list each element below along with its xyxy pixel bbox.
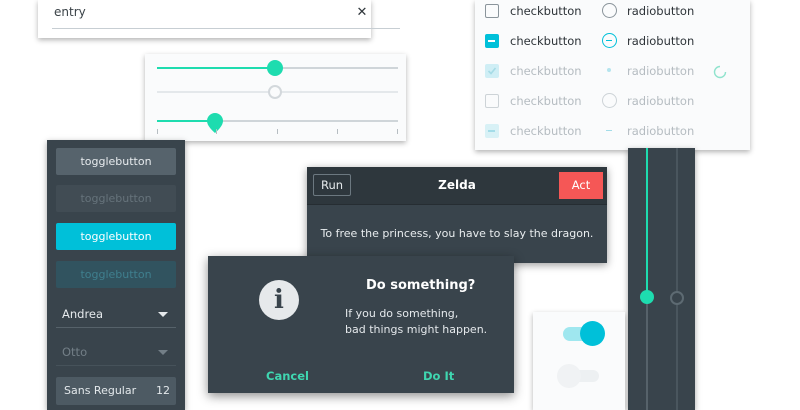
vscale-2-track: [676, 148, 678, 410]
slider-mark: [157, 129, 158, 134]
radio-mixed-insensitive: [602, 123, 617, 138]
checkbox-mixed-insensitive: [485, 124, 499, 138]
combo-value: Otto: [62, 345, 88, 359]
dialog-message: To free the princess, you have to slay t…: [320, 227, 594, 240]
checkbutton-label: checkbutton: [510, 34, 582, 48]
radiobutton-label: radiobutton: [627, 4, 695, 18]
switch-on-knob[interactable]: [580, 321, 605, 346]
combo-box-andrea[interactable]: Andrea: [56, 301, 176, 328]
vscale-1-track: [646, 298, 648, 410]
combo-value: Andrea: [62, 307, 104, 321]
toggle-button-active[interactable]: togglebutton: [56, 223, 176, 250]
toggle-button-normal[interactable]: togglebutton: [56, 148, 176, 175]
slider-3-handle[interactable]: [206, 113, 224, 135]
checkbox-unchecked[interactable]: [485, 4, 499, 18]
font-name: Sans Regular: [64, 384, 137, 397]
checkbutton-label: checkbutton: [510, 4, 582, 18]
vertical-scale-panel: [628, 148, 695, 410]
slider-mark: [337, 129, 338, 134]
vscale-1-handle[interactable]: [640, 290, 654, 304]
check-radio-window: checkbutton radiobutton checkbutton radi…: [475, 0, 750, 150]
toggle-button-active-insensitive: togglebutton: [56, 261, 176, 288]
act-button[interactable]: Act: [559, 172, 603, 199]
toggle-button-insensitive: togglebutton: [56, 185, 176, 212]
dialog-message: If you do something, bad things might ha…: [345, 306, 505, 338]
font-button[interactable]: Sans Regular 12: [56, 377, 176, 405]
chevron-down-icon: [158, 350, 168, 355]
slider-window: [145, 54, 406, 141]
dialog-message-line: bad things might happen.: [345, 323, 488, 336]
headerbar: Run Zelda Act: [307, 167, 607, 205]
radiobutton-label: radiobutton: [627, 124, 695, 138]
checkbutton-label: checkbutton: [510, 94, 582, 108]
info-icon: i: [259, 280, 299, 320]
radiobutton-label: radiobutton: [627, 34, 695, 48]
radiobutton-label: radiobutton: [627, 94, 695, 108]
dialog-title: Do something?: [366, 278, 476, 293]
slider-1-fill: [157, 67, 275, 69]
slider-1-handle[interactable]: [267, 60, 283, 76]
radio-mixed[interactable]: [602, 33, 617, 48]
checkbox-unchecked-insensitive: [485, 94, 499, 108]
vscale-2-handle: [670, 291, 684, 305]
slider-mark: [397, 129, 398, 134]
slider-mark: [277, 129, 278, 134]
radio-checked-insensitive: [602, 63, 617, 78]
zelda-dialog: Run Zelda Act To free the princess, you …: [307, 167, 607, 263]
checkbutton-label: checkbutton: [510, 124, 582, 138]
slider-2-handle: [268, 85, 282, 99]
cancel-button[interactable]: Cancel: [266, 369, 309, 383]
close-icon[interactable]: ✕: [354, 4, 370, 22]
do-it-button[interactable]: Do It: [423, 369, 454, 383]
slider-1-track: [275, 67, 398, 69]
text-entry[interactable]: entry ✕: [52, 0, 400, 29]
message-dialog: i Do something? If you do something, bad…: [208, 256, 514, 393]
vscale-1-fill: [646, 148, 648, 298]
radiobutton-label: radiobutton: [627, 64, 695, 78]
slider-3-track: [215, 120, 398, 122]
radio-unchecked-insensitive: [602, 93, 617, 108]
checkbox-checked-insensitive: [485, 64, 499, 78]
dialog-message-line: If you do something,: [345, 307, 459, 320]
combo-box-otto: Otto: [56, 339, 176, 366]
font-size: 12: [156, 384, 170, 397]
entry-window: entry ✕: [38, 0, 400, 38]
slider-mark: [216, 129, 217, 134]
entry-text: entry: [54, 5, 86, 19]
checkbutton-label: checkbutton: [510, 64, 582, 78]
dark-sidebar: togglebutton togglebutton togglebutton t…: [47, 140, 185, 410]
switch-panel: [533, 312, 625, 410]
radio-unchecked[interactable]: [602, 3, 617, 18]
spinner-icon: [713, 65, 727, 79]
chevron-down-icon: [158, 312, 168, 317]
checkbox-mixed[interactable]: [485, 34, 499, 48]
switch-off-knob: [557, 364, 581, 388]
